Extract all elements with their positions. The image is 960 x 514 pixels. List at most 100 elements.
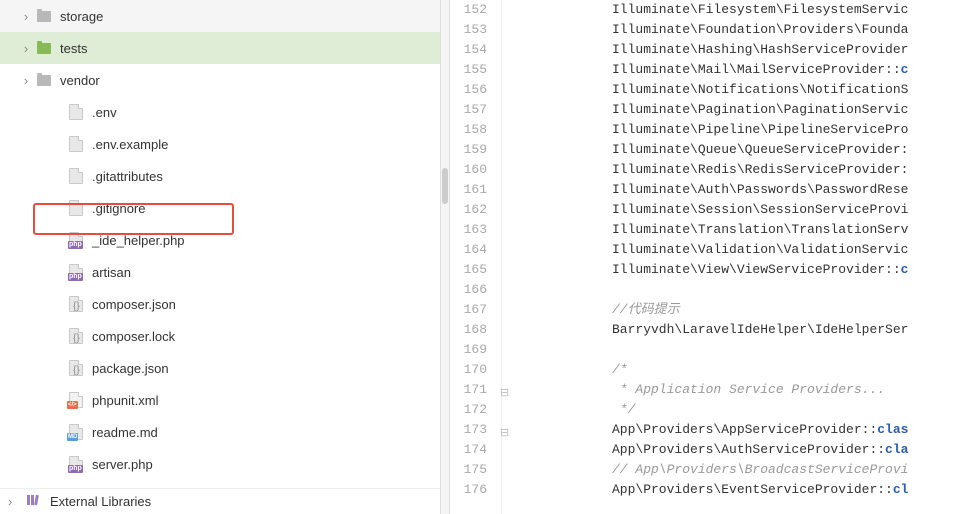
code-line[interactable]: * Application Service Providers... (612, 380, 960, 400)
file-icon: {} (68, 296, 84, 312)
file-icon: MD (68, 424, 84, 440)
code-line[interactable]: // App\Providers\BroadcastServiceProvi (612, 460, 960, 480)
tree-item-label: storage (60, 9, 103, 24)
folder-icon (36, 8, 52, 24)
file-icon (68, 200, 84, 216)
code-line[interactable]: /* (612, 360, 960, 380)
line-number: 152 (450, 0, 487, 20)
code-line[interactable]: Illuminate\Translation\TranslationServ (612, 220, 960, 240)
line-number: 166 (450, 280, 487, 300)
file-item[interactable]: </> phpunit.xml (0, 384, 440, 416)
file-icon: {} (68, 328, 84, 344)
file-icon: php (68, 232, 84, 248)
tree-item-label: .gitattributes (92, 169, 163, 184)
fold-minus-icon[interactable]: ⊟ (500, 386, 509, 399)
code-line[interactable]: Illuminate\Auth\Passwords\PasswordRese (612, 180, 960, 200)
line-number: 175 (450, 460, 487, 480)
external-libraries-label: External Libraries (50, 494, 151, 509)
code-line[interactable]: App\Providers\AppServiceProvider::clas (612, 420, 960, 440)
file-item[interactable]: php server.php (0, 448, 440, 480)
folder-icon (36, 40, 52, 56)
file-item[interactable]: {}package.json (0, 352, 440, 384)
library-icon (26, 492, 42, 511)
code-line[interactable]: Illuminate\Hashing\HashServiceProvider (612, 40, 960, 60)
tree-item-label: .env (92, 105, 117, 120)
code-line[interactable]: Illuminate\Foundation\Providers\Founda (612, 20, 960, 40)
line-number: 154 (450, 40, 487, 60)
folder-item[interactable]: › tests (0, 32, 440, 64)
folder-icon (36, 72, 52, 88)
file-item[interactable]: phpartisan (0, 256, 440, 288)
file-item[interactable]: MD readme.md (0, 416, 440, 448)
file-item[interactable]: .gitignore (0, 192, 440, 224)
file-icon: </> (68, 392, 84, 408)
code-line[interactable]: Illuminate\View\ViewServiceProvider::c (612, 260, 960, 280)
file-item[interactable]: {} composer.json (0, 288, 440, 320)
file-item[interactable]: .env.example (0, 128, 440, 160)
code-editor[interactable]: 1521531541551561571581591601611621631641… (450, 0, 960, 514)
sidebar-scrollbar[interactable] (440, 0, 450, 514)
tree-item-label: _ide_helper.php (92, 233, 185, 248)
code-line[interactable]: Illuminate\Pagination\PaginationServic (612, 100, 960, 120)
line-number: 157 (450, 100, 487, 120)
file-icon: php (68, 456, 84, 472)
file-icon: php (68, 264, 84, 280)
line-number: 168 (450, 320, 487, 340)
line-number: 156 (450, 80, 487, 100)
folder-item[interactable]: › vendor (0, 64, 440, 96)
line-number: 173 (450, 420, 487, 440)
code-line[interactable]: Barryvdh\LaravelIdeHelper\IdeHelperSer (612, 320, 960, 340)
file-icon (68, 104, 84, 120)
tree-item-label: .env.example (92, 137, 168, 152)
tree-item-label: .gitignore (92, 201, 145, 216)
code-line[interactable]: Illuminate\Redis\RedisServiceProvider: (612, 160, 960, 180)
line-number: 160 (450, 160, 487, 180)
external-libraries[interactable]: › External Libraries (0, 488, 440, 514)
line-number: 163 (450, 220, 487, 240)
file-item[interactable]: {} composer.lock (0, 320, 440, 352)
code-content[interactable]: Illuminate\Filesystem\FilesystemServicIl… (502, 0, 960, 514)
line-number: 174 (450, 440, 487, 460)
tree-item-label: composer.lock (92, 329, 175, 344)
code-line[interactable]: */ (612, 400, 960, 420)
line-number: 162 (450, 200, 487, 220)
tree-item-label: composer.json (92, 297, 176, 312)
code-line[interactable]: Illuminate\Queue\QueueServiceProvider: (612, 140, 960, 160)
code-line[interactable]: Illuminate\Notifications\NotificationS (612, 80, 960, 100)
tree-item-label: readme.md (92, 425, 158, 440)
fold-minus-icon[interactable]: ⊟ (500, 426, 509, 439)
line-number: 164 (450, 240, 487, 260)
line-number: 161 (450, 180, 487, 200)
code-line[interactable]: //代码提示 (612, 300, 960, 320)
code-line[interactable]: Illuminate\Filesystem\FilesystemServic (612, 0, 960, 20)
tree-item-label: server.php (92, 457, 153, 472)
code-line[interactable]: Illuminate\Pipeline\PipelineServicePro (612, 120, 960, 140)
project-tree[interactable]: › storage › tests › vendor .env .env.example .gi… (0, 0, 440, 514)
line-number: 170 (450, 360, 487, 380)
chevron-right-icon[interactable]: › (20, 42, 32, 54)
tree-item-label: phpunit.xml (92, 393, 158, 408)
tree-item-label: vendor (60, 73, 100, 88)
code-line[interactable]: Illuminate\Session\SessionServiceProvi (612, 200, 960, 220)
code-line[interactable] (612, 340, 960, 360)
scrollbar-thumb[interactable] (442, 168, 448, 204)
code-line[interactable]: App\Providers\EventServiceProvider::cl (612, 480, 960, 500)
line-number: 155 (450, 60, 487, 80)
code-line[interactable]: Illuminate\Mail\MailServiceProvider::c (612, 60, 960, 80)
file-item[interactable]: php _ide_helper.php (0, 224, 440, 256)
file-icon (68, 136, 84, 152)
code-line[interactable] (612, 280, 960, 300)
code-line[interactable]: App\Providers\AuthServiceProvider::cla (612, 440, 960, 460)
code-line[interactable]: Illuminate\Validation\ValidationServic (612, 240, 960, 260)
chevron-right-icon[interactable]: › (20, 10, 32, 22)
tree-item-label: package.json (92, 361, 169, 376)
chevron-right-icon[interactable]: › (20, 74, 32, 86)
tree-item-label: tests (60, 41, 87, 56)
line-number: 169 (450, 340, 487, 360)
folder-item[interactable]: › storage (0, 0, 440, 32)
line-number: 165 (450, 260, 487, 280)
line-number: 176 (450, 480, 487, 500)
file-icon (68, 168, 84, 184)
file-item[interactable]: .env (0, 96, 440, 128)
file-item[interactable]: .gitattributes (0, 160, 440, 192)
